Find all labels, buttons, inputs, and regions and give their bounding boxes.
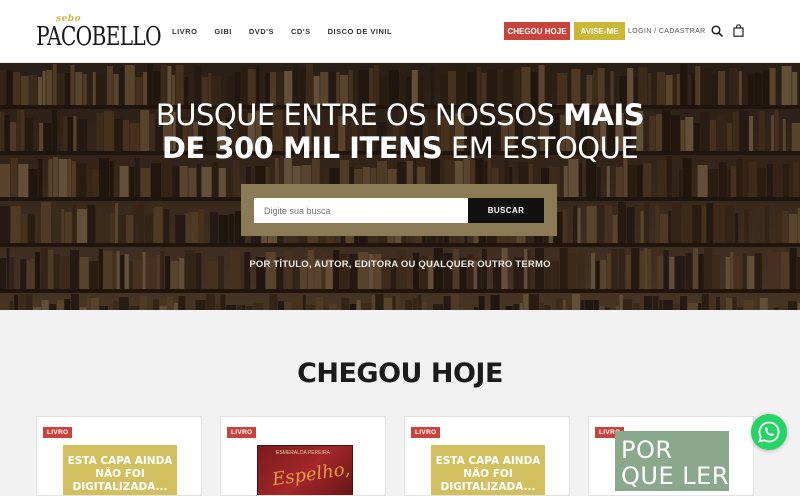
login-link[interactable]: LOGIN / CADASTRAR	[628, 28, 706, 35]
hero-title-bold: MAIS	[563, 98, 645, 132]
main-nav: LIVRO GIBI DVD'S CD'S DISCO DE VINIL	[172, 27, 409, 36]
nav-dvds[interactable]: DVD'S	[249, 27, 274, 36]
hero-title-part: EM ESTOQUE	[442, 131, 639, 165]
cover-text: POR QUE LER	[621, 436, 729, 490]
product-cover[interactable]: ESTA CAPA AINDA NÃO FOI DIGITALIZADA...	[63, 445, 177, 495]
hero-title: BUSQUE ENTRE OS NOSSOS MAIS DE 300 MIL I…	[0, 99, 800, 165]
product-card[interactable]: LIVRO ESMERALDA PEREIRA Espelho,	[220, 416, 386, 496]
site-header: sebo PACOBELLO LIVRO GIBI DVD'S CD'S DIS…	[0, 0, 800, 63]
cover-text: ESTA CAPA AINDA NÃO FOI DIGITALIZADA...	[435, 455, 541, 493]
search-button[interactable]: BUSCAR	[468, 198, 544, 223]
product-card[interactable]: LIVRO POR QUE LER	[588, 416, 754, 496]
hero-title-part: BUSQUE ENTRE OS NOSSOS	[155, 98, 564, 132]
product-cover[interactable]: ESTA CAPA AINDA NÃO FOI DIGITALIZADA...	[431, 445, 545, 495]
logo[interactable]: sebo PACOBELLO	[36, 14, 162, 52]
nav-cds[interactable]: CD'S	[291, 27, 311, 36]
category-badge: LIVRO	[43, 427, 73, 438]
hero-title-bold: DE 300 MIL ITENS	[161, 131, 443, 165]
nav-disco-de-vinil[interactable]: DISCO DE VINIL	[328, 27, 393, 36]
cover-title: Espelho,	[270, 458, 352, 491]
avise-me-button[interactable]: AVISE-ME	[574, 22, 625, 40]
shopping-bag-icon[interactable]	[733, 24, 744, 37]
nav-livro[interactable]: LIVRO	[172, 27, 197, 36]
product-card[interactable]: LIVRO ESTA CAPA AINDA NÃO FOI DIGITALIZA…	[36, 416, 202, 496]
search-input[interactable]	[254, 198, 468, 223]
cover-text: ESTA CAPA AINDA NÃO FOI DIGITALIZADA...	[67, 455, 173, 493]
hero-banner: BUSQUE ENTRE OS NOSSOS MAIS DE 300 MIL I…	[0, 63, 800, 310]
product-cover[interactable]: ESMERALDA PEREIRA Espelho,	[257, 445, 353, 495]
chegou-hoje-button[interactable]: CHEGOU HOJE	[504, 22, 570, 40]
search-icon[interactable]	[711, 25, 723, 37]
product-card[interactable]: LIVRO ESTA CAPA AINDA NÃO FOI DIGITALIZA…	[404, 416, 570, 496]
nav-gibi[interactable]: GIBI	[214, 27, 231, 36]
category-badge: LIVRO	[227, 427, 257, 438]
cover-author: ESMERALDA PEREIRA	[276, 450, 330, 456]
product-cover[interactable]: POR QUE LER	[615, 431, 729, 491]
section-title: CHEGOU HOJE	[297, 358, 503, 389]
logo-name: PACOBELLO	[36, 22, 162, 52]
whatsapp-icon[interactable]	[751, 414, 787, 450]
category-badge: LIVRO	[411, 427, 441, 438]
hero-subtitle: POR TÍTULO, AUTOR, EDITORA OU QUALQUER O…	[249, 259, 551, 270]
